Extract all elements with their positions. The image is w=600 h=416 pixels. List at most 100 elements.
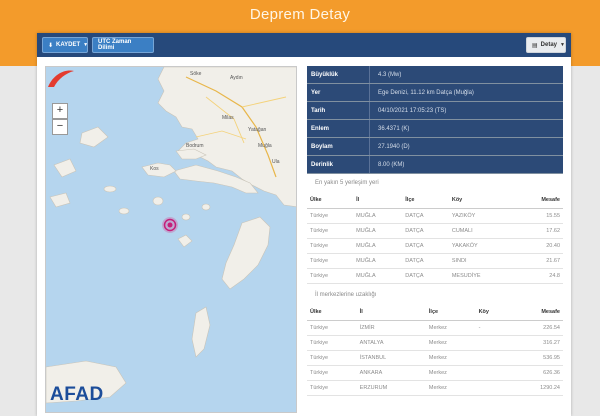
earthquake-info-table: Büyüklük 4.3 (Mw) Yer Ege Denizi, 11.12 …	[307, 66, 563, 174]
earthquake-map[interactable]: Söke Aydın Milas Muğla Bodrum Yatağan Ko…	[45, 66, 297, 413]
map-label: Muğla	[258, 143, 272, 149]
cell-country: Türkiye	[307, 268, 354, 284]
cell-province: MUĞLA	[353, 253, 403, 269]
chevron-down-icon: ▼	[83, 42, 89, 48]
map-label: Söke	[190, 71, 202, 77]
zoom-in-button[interactable]: +	[52, 103, 68, 119]
detail-button-label: Detay	[540, 42, 558, 48]
column-header: Ülke	[307, 193, 354, 209]
cell-distance: 536.95	[509, 350, 563, 366]
cell-district: Merkez	[425, 320, 476, 336]
cell-district: DATÇA	[402, 208, 449, 224]
column-header: İlçe	[402, 193, 449, 209]
cell-village	[475, 380, 510, 396]
info-row-date: Tarih 04/10/2021 17:05:23 (TS)	[307, 102, 563, 120]
cell-district: Merkez	[425, 350, 476, 366]
map-land-svg: Söke Aydın Milas Muğla Bodrum Yatağan Ko…	[46, 67, 296, 404]
cell-distance: 1290.24	[509, 380, 563, 396]
cell-country: Türkiye	[307, 365, 357, 381]
cell-country: Türkiye	[307, 238, 354, 254]
cell-distance: 316.27	[509, 335, 563, 351]
cell-distance: 20.40	[515, 238, 563, 254]
map-label: Ula	[272, 159, 280, 165]
info-key: Boylam	[307, 138, 369, 155]
cell-distance: 24.8	[515, 268, 563, 284]
page-title: Deprem Detay	[249, 6, 351, 23]
column-header: Köy	[475, 305, 510, 321]
save-button[interactable]: ⬇ KAYDET ▼	[42, 37, 88, 53]
map-label: Kos	[150, 166, 159, 172]
save-button-label: KAYDET	[56, 42, 81, 48]
cell-village	[475, 365, 510, 381]
table-header-row: Ülke İl İlçe Köy Mesafe	[307, 193, 563, 209]
download-icon: ⬇	[48, 42, 54, 49]
cell-village: MESUDİYE	[448, 268, 516, 284]
table-row: Türkiye İZMİR Merkez - 226.54	[307, 320, 563, 336]
cell-distance: 15.55	[515, 208, 563, 224]
info-row-location: Yer Ege Denizi, 11.12 km Datça (Muğla)	[307, 84, 563, 102]
detail-dropdown-button[interactable]: ▤ Detay ▼	[526, 37, 566, 53]
cell-district: Merkez	[425, 365, 476, 381]
table-row: Türkiye ERZURUM Merkez 1290.24	[307, 380, 563, 396]
info-key: Yer	[307, 84, 369, 101]
info-value: 36.4371 (K)	[369, 120, 563, 137]
chevron-down-icon: ▼	[560, 42, 565, 48]
info-key: Enlem	[307, 120, 369, 137]
cell-village	[475, 350, 510, 366]
info-value: Ege Denizi, 11.12 km Datça (Muğla)	[369, 84, 563, 101]
cell-country: Türkiye	[307, 350, 357, 366]
table-row: Türkiye MUĞLA DATÇA SINDI 21.67	[307, 253, 563, 269]
table-row: Türkiye ANTALYA Merkez 316.27	[307, 335, 563, 351]
info-row-longitude: Boylam 27.1940 (D)	[307, 138, 563, 156]
afad-logo-icon	[48, 70, 74, 87]
province-distance-title: İl merkezlerine uzaklığı	[315, 292, 377, 298]
info-row-latitude: Enlem 36.4371 (K)	[307, 120, 563, 138]
cell-village	[475, 335, 510, 351]
cell-village: YAKAKÖY	[448, 238, 516, 254]
info-value: 27.1940 (D)	[369, 138, 563, 155]
cell-country: Türkiye	[307, 223, 354, 239]
cell-province: MUĞLA	[353, 268, 403, 284]
column-header: İl	[356, 305, 426, 321]
toolbar: ⬇ KAYDET ▼ UTC Zaman Dilimi ▤ Detay ▼	[37, 33, 571, 57]
afad-logo: AFAD	[50, 384, 104, 405]
cell-country: Türkiye	[307, 208, 354, 224]
cell-village: -	[475, 320, 510, 336]
info-value: 04/10/2021 17:05:23 (TS)	[369, 102, 563, 119]
list-icon: ▤	[532, 42, 538, 49]
info-row-depth: Derinlik 8.00 (KM)	[307, 156, 563, 174]
info-row-magnitude: Büyüklük 4.3 (Mw)	[307, 66, 563, 84]
column-header: İlçe	[425, 305, 476, 321]
cell-province: İSTANBUL	[356, 350, 426, 366]
info-value: 4.3 (Mw)	[369, 66, 563, 83]
info-key: Büyüklük	[307, 66, 369, 83]
cell-province: MUĞLA	[353, 208, 403, 224]
table-row: Türkiye MUĞLA DATÇA YAKAKÖY 20.40	[307, 238, 563, 254]
cell-district: DATÇA	[402, 238, 449, 254]
cell-distance: 226.54	[509, 320, 563, 336]
table-row: Türkiye MUĞLA DATÇA CUMALI 17.62	[307, 223, 563, 239]
table-row: Türkiye MUĞLA DATÇA YAZIKÖY 15.55	[307, 208, 563, 224]
map-label: Yatağan	[248, 127, 266, 133]
column-header: Mesafe	[515, 193, 563, 209]
cell-district: Merkez	[425, 380, 476, 396]
column-header: Mesafe	[509, 305, 563, 321]
cell-district: Merkez	[425, 335, 476, 351]
cell-province: ANKARA	[356, 365, 426, 381]
info-value: 8.00 (KM)	[369, 156, 563, 173]
map-label: Aydın	[230, 75, 243, 81]
cell-village: YAZIKÖY	[448, 208, 516, 224]
info-key: Tarih	[307, 102, 369, 119]
cell-country: Türkiye	[307, 335, 357, 351]
cell-province: MUĞLA	[353, 238, 403, 254]
cell-province: MUĞLA	[353, 223, 403, 239]
province-distance-table: Ülke İl İlçe Köy Mesafe Türkiye İZMİR Me…	[307, 305, 563, 396]
nearest-settlements-table: Ülke İl İlçe Köy Mesafe Türkiye MUĞLA DA…	[307, 193, 563, 284]
cell-district: DATÇA	[402, 223, 449, 239]
table-row: Türkiye MUĞLA DATÇA MESUDİYE 24.8	[307, 268, 563, 284]
utc-timezone-button[interactable]: UTC Zaman Dilimi	[92, 37, 154, 53]
cell-district: DATÇA	[402, 268, 449, 284]
zoom-out-button[interactable]: −	[52, 119, 68, 135]
nearest-settlements-title: En yakın 5 yerleşim yeri	[315, 180, 379, 186]
cell-country: Türkiye	[307, 320, 357, 336]
